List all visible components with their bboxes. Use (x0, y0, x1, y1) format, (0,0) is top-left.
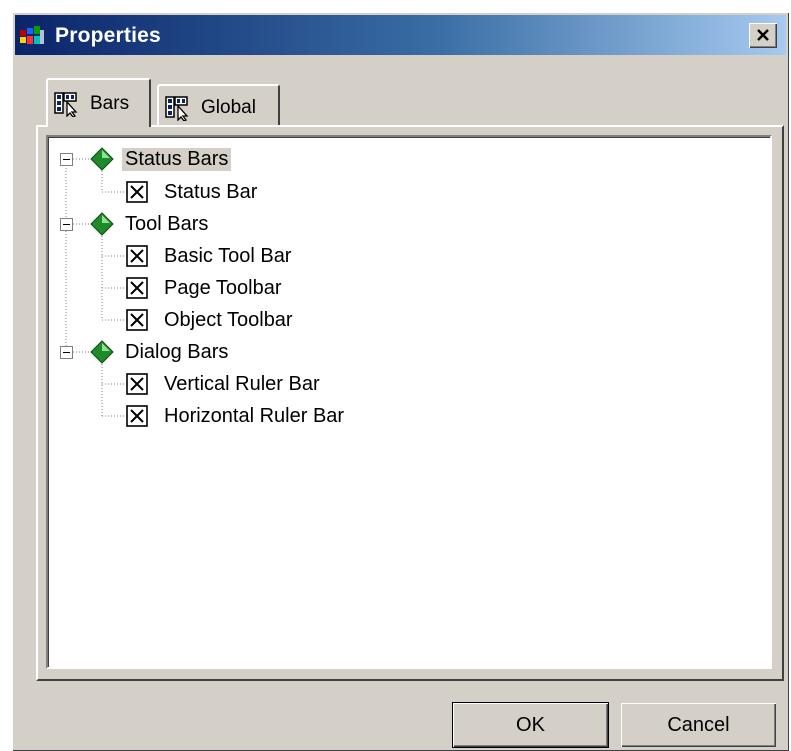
tree-item-vertical-ruler-bar[interactable]: Vertical Ruler Bar (164, 370, 320, 398)
checked-box-icon[interactable] (126, 373, 148, 395)
tree-item-page-toolbar[interactable]: Page Toolbar (164, 274, 282, 302)
tab-global-label: Global (201, 96, 256, 118)
close-button[interactable] (749, 23, 777, 48)
tree-item-status-bar[interactable]: Status Bar (164, 178, 257, 206)
collapse-toggle[interactable] (60, 153, 73, 166)
tree-item-basic-tool-bar[interactable]: Basic Tool Bar (164, 242, 291, 270)
tab-bars-label: Bars (90, 92, 130, 114)
title-bar[interactable]: Properties (15, 15, 786, 55)
tree-group-label: Dialog Bars (125, 340, 229, 363)
tab-panel-bars: Status Bars Status Bar Tool Bars Basic T… (36, 125, 784, 681)
collapse-toggle[interactable] (60, 218, 73, 231)
tree-item-object-toolbar[interactable]: Object Toolbar (164, 306, 293, 334)
tree-group-label: Tool Bars (125, 212, 209, 235)
ok-button[interactable]: OK (453, 703, 608, 747)
tree-item-horizontal-ruler-bar[interactable]: Horizontal Ruler Bar (164, 402, 344, 430)
tree-item-label: Status Bar (164, 180, 258, 203)
tab-bars[interactable]: Bars (46, 78, 151, 127)
tree-item-label: Object Toolbar (164, 308, 293, 331)
toolbar-pointer-icon (54, 91, 78, 117)
cancel-button[interactable]: Cancel (621, 703, 776, 747)
checked-box-icon[interactable] (126, 277, 148, 299)
tree-item-label: Page Toolbar (164, 276, 282, 299)
bars-tree[interactable]: Status Bars Status Bar Tool Bars Basic T… (46, 135, 772, 669)
tree-group-label: Status Bars (122, 147, 232, 171)
checked-box-icon[interactable] (126, 309, 148, 331)
tree-group-status-bars[interactable]: Status Bars (122, 145, 232, 173)
tree-item-label: Vertical Ruler Bar (164, 372, 320, 395)
green-diamond-icon (90, 212, 114, 236)
tree-group-dialog-bars[interactable]: Dialog Bars (125, 338, 228, 366)
checked-box-icon[interactable] (126, 405, 148, 427)
checked-box-icon[interactable] (126, 245, 148, 267)
app-icon (20, 26, 44, 44)
checked-box-icon[interactable] (126, 181, 148, 203)
tree-item-label: Basic Tool Bar (164, 244, 292, 267)
tree-group-tool-bars[interactable]: Tool Bars (125, 210, 208, 238)
window-title: Properties (55, 24, 161, 47)
tab-global[interactable]: Global (157, 84, 280, 129)
green-diamond-icon (90, 147, 114, 171)
tree-item-label: Horizontal Ruler Bar (164, 404, 345, 427)
green-diamond-icon (90, 340, 114, 364)
toolbar-pointer-icon (165, 95, 189, 121)
collapse-toggle[interactable] (60, 346, 73, 359)
close-icon (757, 29, 769, 41)
properties-dialog: Properties Bars Global Status Bars Statu… (12, 12, 789, 751)
tree-connector-lines (65, 158, 124, 417)
